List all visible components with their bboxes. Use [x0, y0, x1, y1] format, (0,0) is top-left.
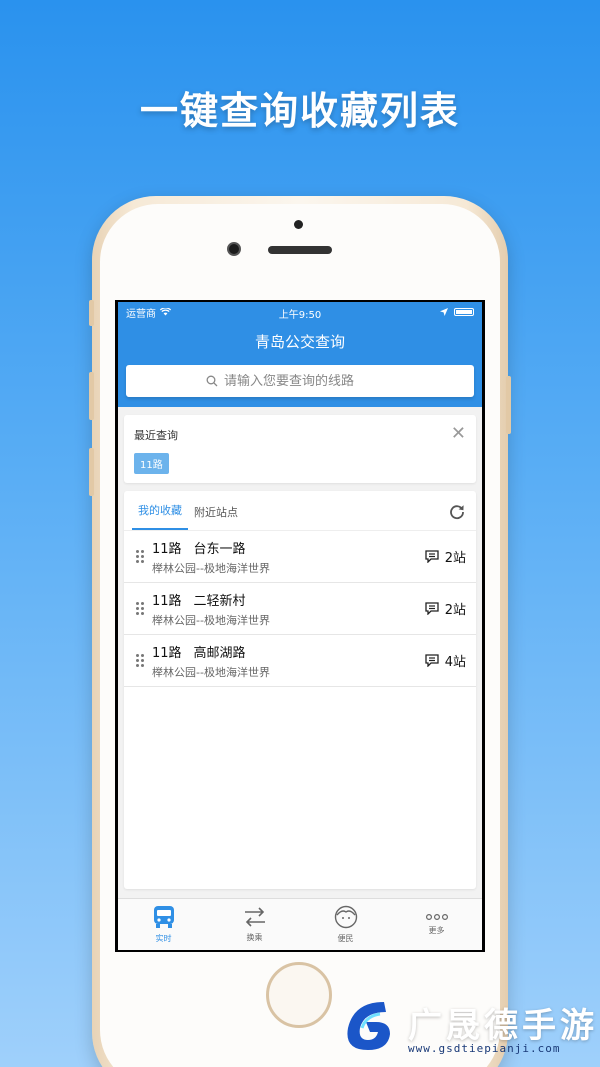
phone-screen: 运营商 上午9:50 青岛公交查询 请输入您要查询的线路 最近查询 ✕ 11路 …	[115, 300, 485, 952]
search-bar[interactable]	[126, 365, 474, 397]
status-bar: 运营商 上午9:50	[118, 302, 482, 322]
promo-headline: 一键查询收藏列表	[139, 89, 460, 133]
tab-bar-top: 我的收藏 附近站点	[124, 491, 476, 531]
route-name: 11路	[152, 541, 182, 557]
route-direction: 榉林公园--极地海洋世界	[152, 561, 270, 575]
favorite-row[interactable]: 11路 高邮湖路 榉林公园--极地海洋世界 4站	[124, 635, 476, 687]
phone-silent-switch	[89, 300, 94, 326]
search-area	[118, 360, 482, 407]
stop-name: 台东一路	[193, 541, 246, 557]
proximity-sensor	[294, 220, 303, 229]
app-title: 青岛公交查询	[118, 322, 482, 360]
watermark-logo-icon	[347, 1002, 390, 1050]
stops-away: 4站	[444, 655, 466, 670]
phone-volume-up	[89, 372, 94, 420]
phone-volume-down	[89, 448, 94, 496]
route-name: 11路	[152, 645, 182, 661]
tab-label: 更多	[428, 926, 445, 935]
phone-power-button	[506, 376, 511, 434]
tab-more[interactable]: 更多	[391, 899, 482, 950]
tab-label: 换乘	[246, 933, 263, 942]
stops-away: 2站	[444, 603, 466, 618]
watermark: 广晟德手游 www.gsdtiepianji.com	[336, 990, 600, 1062]
tab-label: 实时	[155, 934, 172, 943]
message-icon	[425, 654, 439, 667]
close-icon[interactable]: ✕	[451, 425, 466, 443]
favorite-row[interactable]: 11路 二轻新村 榉林公园--极地海洋世界 2站	[124, 583, 476, 635]
refresh-icon[interactable]	[448, 503, 466, 521]
message-icon	[425, 550, 439, 563]
recent-title: 最近查询	[134, 429, 178, 442]
battery-icon	[454, 308, 474, 316]
route-direction: 榉林公园--极地海洋世界	[152, 613, 270, 627]
search-input[interactable]	[224, 373, 394, 389]
watermark-url: www.gsdtiepianji.com	[408, 1042, 561, 1055]
tab-convenience[interactable]: 便民	[300, 899, 391, 950]
favorites-card: 我的收藏 附近站点 11路 台东一路 榉林公园--极地海洋世界 2站 11路 二…	[124, 491, 476, 889]
bottom-tab-bar: 实时 换乘 便民 更多	[118, 898, 482, 950]
tab-label: 便民	[337, 934, 354, 943]
recent-queries-card: 最近查询 ✕ 11路	[124, 415, 476, 483]
earpiece-speaker	[268, 246, 332, 254]
search-icon	[206, 375, 218, 387]
favorite-row[interactable]: 11路 台东一路 榉林公园--极地海洋世界 2站	[124, 531, 476, 583]
status-time: 上午9:50	[278, 310, 322, 321]
stops-away: 2站	[444, 551, 466, 566]
home-button[interactable]	[266, 962, 332, 1028]
watermark-brand: 广晟德手游	[408, 1006, 598, 1046]
stop-name: 高邮湖路	[193, 645, 246, 661]
face-icon	[334, 905, 357, 929]
tab-my-favorites[interactable]: 我的收藏	[132, 502, 188, 530]
more-icon	[425, 913, 448, 921]
front-camera	[227, 242, 241, 256]
tab-nearby-stations[interactable]: 附近站点	[188, 504, 244, 530]
route-direction: 榉林公园--极地海洋世界	[152, 665, 270, 679]
bus-icon	[153, 906, 174, 928]
stop-name: 二轻新村	[193, 593, 246, 609]
tab-realtime[interactable]: 实时	[118, 899, 209, 950]
drag-handle-icon[interactable]	[136, 654, 146, 667]
recent-tag[interactable]: 11路	[134, 453, 169, 474]
transfer-icon	[244, 907, 265, 927]
route-name: 11路	[152, 593, 182, 609]
drag-handle-icon[interactable]	[136, 550, 146, 563]
tab-transfer[interactable]: 换乘	[209, 899, 300, 950]
drag-handle-icon[interactable]	[136, 602, 146, 615]
message-icon	[425, 602, 439, 615]
